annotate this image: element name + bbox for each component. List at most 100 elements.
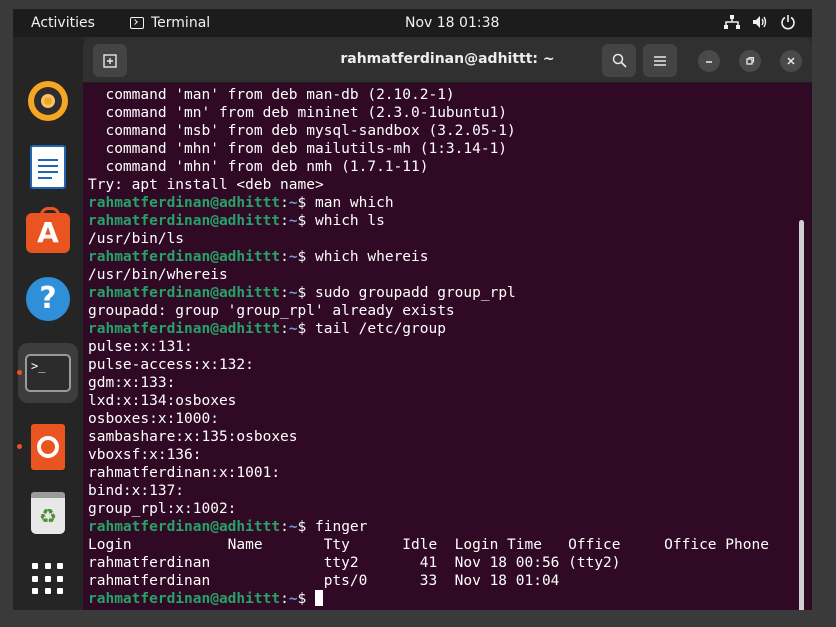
prompt-line: rahmatferdinan@adhittt:~$ tail /etc/grou… bbox=[88, 320, 798, 338]
command-text: man which bbox=[315, 195, 394, 211]
dock-item-rhythmbox[interactable] bbox=[18, 71, 78, 131]
output-text: command 'mhn' from deb mailutils-mh (1:3… bbox=[88, 141, 508, 157]
output-text: rahmatferdinan:x:1001: bbox=[88, 465, 281, 481]
output-line: command 'man' from deb man-db (2.10.2-1) bbox=[88, 86, 798, 104]
output-line: vboxsf:x:136: bbox=[88, 446, 798, 464]
output-text: /usr/bin/ls bbox=[88, 231, 185, 247]
output-line: rahmatferdinan pts/0 33 Nov 18 01:04 bbox=[88, 572, 798, 590]
output-text: lxd:x:134:osboxes bbox=[88, 393, 237, 409]
prompt-separator: : bbox=[280, 213, 289, 229]
minimize-icon bbox=[706, 61, 712, 63]
help-icon: ? bbox=[26, 277, 70, 321]
output-line: Login Name Tty Idle Login Time Office Of… bbox=[88, 536, 798, 554]
hamburger-icon bbox=[654, 55, 666, 66]
prompt-line: rahmatferdinan@adhittt:~$ man which bbox=[88, 194, 798, 212]
activities-button[interactable]: Activities bbox=[31, 15, 95, 31]
output-text: command 'msb' from deb mysql-sandbox (3.… bbox=[88, 123, 516, 139]
app-menu[interactable]: Terminal bbox=[130, 15, 210, 31]
output-text: rahmatferdinan tty2 41 Nov 18 00:56 (tty… bbox=[88, 555, 621, 571]
text-cursor bbox=[315, 590, 323, 606]
prompt-line: rahmatferdinan@adhittt:~$ bbox=[88, 590, 798, 608]
prompt-sigil: $ bbox=[297, 285, 315, 301]
restore-icon bbox=[746, 56, 755, 65]
terminal-output[interactable]: command 'man' from deb man-db (2.10.2-1)… bbox=[88, 86, 798, 610]
output-line: group_rpl:x:1002: bbox=[88, 500, 798, 518]
output-line: pulse-access:x:132: bbox=[88, 356, 798, 374]
rhythmbox-icon bbox=[28, 81, 68, 121]
dock: A ? >_ ♻ bbox=[13, 37, 83, 610]
prompt-line: rahmatferdinan@adhittt:~$ which ls bbox=[88, 212, 798, 230]
output-line: sambashare:x:135:osboxes bbox=[88, 428, 798, 446]
output-text: Login Name Tty Idle Login Time Office Of… bbox=[88, 537, 769, 553]
prompt-path: ~ bbox=[288, 321, 298, 337]
trash-icon: ♻ bbox=[31, 492, 65, 534]
terminal-icon bbox=[130, 17, 144, 29]
command-text: which ls bbox=[315, 213, 385, 229]
prompt-separator: : bbox=[280, 591, 289, 607]
prompt-user: rahmatferdinan@adhittt bbox=[88, 321, 281, 337]
search-button[interactable] bbox=[602, 44, 636, 77]
command-text: sudo groupadd group_rpl bbox=[315, 285, 516, 301]
terminal-window[interactable]: rahmatferdinan@adhittt: ~ command 'man' … bbox=[83, 37, 812, 610]
desktop: Activities Terminal Nov 18 01:38 A ? >_ … bbox=[13, 9, 812, 610]
network-icon[interactable] bbox=[724, 13, 740, 31]
output-line: Try: apt install <deb name> bbox=[88, 176, 798, 194]
output-text: command 'mhn' from deb nmh (1.7.1-11) bbox=[88, 159, 429, 175]
dock-item-installer[interactable] bbox=[17, 417, 78, 477]
prompt-separator: : bbox=[280, 519, 289, 535]
terminal-app-icon: >_ bbox=[25, 354, 71, 392]
power-icon[interactable] bbox=[780, 13, 796, 31]
close-button[interactable] bbox=[780, 50, 802, 72]
output-text: groupadd: group 'group_rpl' already exis… bbox=[88, 303, 455, 319]
dock-item-trash[interactable]: ♻ bbox=[18, 483, 78, 543]
prompt-path: ~ bbox=[288, 249, 298, 265]
output-text: command 'man' from deb man-db (2.10.2-1) bbox=[88, 87, 455, 103]
dock-item-writer[interactable] bbox=[18, 137, 78, 197]
output-line: command 'mhn' from deb mailutils-mh (1:3… bbox=[88, 140, 798, 158]
top-bar: Activities Terminal Nov 18 01:38 bbox=[13, 9, 812, 37]
output-text: pulse-access:x:132: bbox=[88, 357, 254, 373]
system-tray[interactable] bbox=[724, 13, 796, 31]
output-line: command 'msb' from deb mysql-sandbox (3.… bbox=[88, 122, 798, 140]
menu-button[interactable] bbox=[643, 44, 677, 77]
output-line: command 'mhn' from deb nmh (1.7.1-11) bbox=[88, 158, 798, 176]
dock-item-terminal[interactable]: >_ bbox=[17, 343, 78, 403]
ubuntu-icon bbox=[31, 424, 65, 470]
volume-icon[interactable] bbox=[752, 13, 768, 31]
minimize-button[interactable] bbox=[698, 50, 720, 72]
output-line: /usr/bin/ls bbox=[88, 230, 798, 248]
prompt-line: rahmatferdinan@adhittt:~$ sudo groupadd … bbox=[88, 284, 798, 302]
header-bar: rahmatferdinan@adhittt: ~ bbox=[83, 37, 812, 83]
app-menu-label: Terminal bbox=[151, 15, 211, 31]
output-text: command 'mn' from deb mininet (2.3.0-1ub… bbox=[88, 105, 508, 121]
prompt-sigil: $ bbox=[297, 519, 315, 535]
output-line: gdm:x:133: bbox=[88, 374, 798, 392]
prompt-sigil: $ bbox=[297, 321, 315, 337]
prompt-separator: : bbox=[280, 249, 289, 265]
maximize-button[interactable] bbox=[739, 50, 761, 72]
writer-icon bbox=[30, 145, 66, 189]
dock-item-software[interactable]: A bbox=[18, 203, 78, 263]
clock[interactable]: Nov 18 01:38 bbox=[405, 15, 499, 31]
software-store-icon: A bbox=[26, 207, 70, 253]
prompt-line: rahmatferdinan@adhittt:~$ finger bbox=[88, 518, 798, 536]
scrollbar[interactable] bbox=[799, 220, 804, 610]
prompt-user: rahmatferdinan@adhittt bbox=[88, 591, 281, 607]
output-text: sambashare:x:135:osboxes bbox=[88, 429, 298, 445]
output-text: bind:x:137: bbox=[88, 483, 185, 499]
dock-item-help[interactable]: ? bbox=[18, 269, 78, 329]
prompt-user: rahmatferdinan@adhittt bbox=[88, 195, 281, 211]
output-line: command 'mn' from deb mininet (2.3.0-1ub… bbox=[88, 104, 798, 122]
close-icon bbox=[787, 57, 795, 65]
output-line: bind:x:137: bbox=[88, 482, 798, 500]
prompt-path: ~ bbox=[288, 285, 298, 301]
running-indicator bbox=[17, 444, 22, 449]
output-line: osboxes:x:1000: bbox=[88, 410, 798, 428]
prompt-path: ~ bbox=[288, 195, 298, 211]
prompt-separator: : bbox=[280, 285, 289, 301]
output-line: groupadd: group 'group_rpl' already exis… bbox=[88, 302, 798, 320]
output-line: lxd:x:134:osboxes bbox=[88, 392, 798, 410]
prompt-separator: : bbox=[280, 321, 289, 337]
show-applications-button[interactable] bbox=[18, 549, 78, 609]
prompt-sigil: $ bbox=[297, 213, 315, 229]
